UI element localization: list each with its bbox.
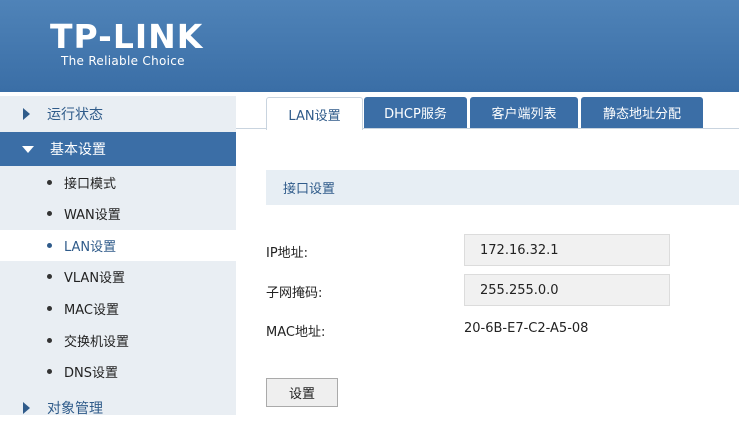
bullet-icon	[47, 180, 52, 185]
menu-basic-settings-label: 基本设置	[50, 142, 106, 158]
sidebar-item-vlan[interactable]: VLAN设置	[0, 261, 236, 292]
sidebar-item-label: 接口模式	[64, 177, 117, 192]
bullet-icon	[47, 338, 52, 343]
chevron-down-icon	[22, 145, 34, 153]
ip-label: IP地址:	[266, 246, 309, 261]
sidebar-item-label: WAN设置	[64, 208, 121, 223]
bullet-icon	[47, 243, 52, 248]
chevron-right-icon	[23, 108, 30, 120]
sidebar-item-mac[interactable]: MAC设置	[0, 293, 236, 324]
mac-address-value: 20-6B-E7-C2-A5-08	[464, 321, 589, 336]
section-header: 接口设置	[266, 170, 739, 205]
mac-label: MAC地址:	[266, 325, 326, 340]
ip-address-field[interactable]: 172.16.32.1	[464, 234, 670, 266]
chevron-right-icon	[23, 402, 30, 414]
sidebar-item-dns[interactable]: DNS设置	[0, 356, 236, 387]
section-title: 接口设置	[283, 182, 336, 197]
sidebar-item-switch[interactable]: 交换机设置	[0, 325, 236, 356]
subnet-mask-field[interactable]: 255.255.0.0	[464, 274, 670, 306]
tab-static-address[interactable]: 静态地址分配	[581, 97, 703, 128]
bullet-icon	[47, 369, 52, 374]
menu-status-label: 运行状态	[47, 107, 103, 123]
bullet-icon	[47, 211, 52, 216]
sidebar-item-label: DNS设置	[64, 366, 118, 381]
sidebar-item-label: 交换机设置	[64, 335, 130, 350]
sidebar-item-wan[interactable]: WAN设置	[0, 198, 236, 229]
tp-link-logo: TP-LINK The Reliable Choice	[50, 17, 204, 69]
menu-basic-settings[interactable]: 基本设置	[0, 132, 236, 166]
mask-label: 子网掩码:	[266, 286, 323, 301]
sidebar-item-label: VLAN设置	[64, 271, 126, 286]
save-button[interactable]: 设置	[266, 378, 338, 407]
tab-lan-settings[interactable]: LAN设置	[266, 97, 363, 130]
logo-text: TP-LINK	[50, 17, 204, 56]
sidebar: 运行状态 基本设置 接口模式 WAN设置 LAN设置 VLAN设置 MAC设置 …	[0, 96, 236, 417]
logo-tagline: The Reliable Choice	[61, 54, 185, 68]
sidebar-item-interface-mode[interactable]: 接口模式	[0, 167, 236, 198]
sidebar-item-lan[interactable]: LAN设置	[0, 230, 236, 261]
menu-object-management-label: 对象管理	[47, 401, 103, 417]
bullet-icon	[47, 274, 52, 279]
tab-dhcp[interactable]: DHCP服务	[364, 97, 467, 128]
bullet-icon	[47, 306, 52, 311]
sidebar-item-label: LAN设置	[64, 240, 117, 255]
top-header: TP-LINK The Reliable Choice	[0, 0, 739, 92]
menu-status[interactable]: 运行状态	[0, 97, 236, 131]
sidebar-item-label: MAC设置	[64, 303, 119, 318]
menu-object-management[interactable]: 对象管理	[0, 391, 236, 425]
tab-client-list[interactable]: 客户端列表	[470, 97, 578, 128]
